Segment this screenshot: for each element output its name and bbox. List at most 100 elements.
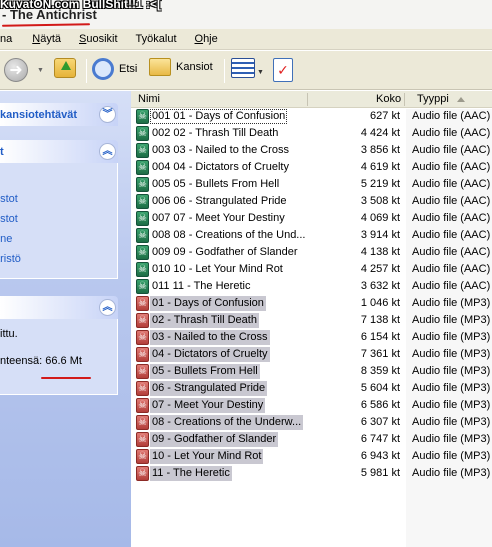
file-row[interactable]: ☠ 009 09 - Godfather of Slander 4 138 kt Au… bbox=[131, 244, 492, 261]
up-folder-button[interactable] bbox=[54, 58, 76, 78]
file-rows: ☠ 001 01 - Days of Confusion 627 kt Audio f… bbox=[131, 108, 492, 482]
forward-arrow-icon: ➜ bbox=[4, 58, 28, 82]
file-list-view[interactable]: Nimi Koko Tyyppi ☠ 001 01 - Days of Confu… bbox=[131, 91, 492, 547]
mp3-file-icon: ☠ bbox=[136, 330, 149, 345]
menu-item-view[interactable]: Näytä bbox=[28, 33, 65, 45]
file-name[interactable]: 006 06 - Strangulated Pride bbox=[150, 194, 289, 209]
file-row[interactable]: ☠ 09 - Godfather of Slander 6 747 kt Audio … bbox=[131, 431, 492, 448]
other-place-link[interactable]: ostot bbox=[0, 193, 18, 205]
folders-icon bbox=[149, 58, 171, 76]
column-header-size[interactable]: Koko bbox=[376, 93, 401, 105]
details-header[interactable]: ︽ bbox=[0, 296, 118, 319]
folders-label: Kansiot bbox=[176, 61, 213, 73]
file-size: 7 138 kt bbox=[360, 314, 400, 326]
forward-dropdown-icon[interactable]: ▼ bbox=[37, 67, 44, 74]
aac-file-icon: ☠ bbox=[136, 279, 149, 294]
file-row[interactable]: ☠ 08 - Creations of the Underw... 6 307 kt… bbox=[131, 414, 492, 431]
file-name[interactable]: 007 07 - Meet Your Destiny bbox=[150, 211, 287, 226]
file-row[interactable]: ☠ 11 - The Heretic 5 981 kt Audio file (MP3… bbox=[131, 465, 492, 482]
mp3-file-icon: ☠ bbox=[136, 313, 149, 328]
folder-up-icon bbox=[54, 58, 76, 78]
menu-item-file[interactable]: na bbox=[0, 33, 16, 45]
file-name[interactable]: 06 - Strangulated Pride bbox=[150, 381, 268, 396]
file-type: Audio file (AAC) bbox=[412, 195, 491, 207]
aac-file-icon: ☠ bbox=[136, 177, 149, 192]
file-name[interactable]: 002 02 - Thrash Till Death bbox=[150, 126, 280, 141]
other-place-link[interactable]: ostot bbox=[0, 213, 18, 225]
file-tasks-header[interactable]: kansiotehtävät ︾ bbox=[0, 103, 118, 126]
file-name[interactable]: 004 04 - Dictators of Cruelty bbox=[150, 160, 291, 175]
checkmark-icon: ✓ bbox=[273, 58, 293, 82]
views-button[interactable] bbox=[231, 58, 255, 78]
file-row[interactable]: ☠ 008 08 - Creations of the Und... 3 914 k… bbox=[131, 227, 492, 244]
chevron-up-icon[interactable]: ︽ bbox=[99, 299, 116, 316]
toolbar: ➜ ▼ Etsi Kansiot ▼ ✓ bbox=[0, 51, 492, 90]
views-dropdown-icon[interactable]: ▼ bbox=[257, 69, 264, 76]
other-place-link[interactable]: one bbox=[0, 233, 12, 245]
aac-file-icon: ☠ bbox=[136, 194, 149, 209]
file-row[interactable]: ☠ 004 04 - Dictators of Cruelty 4 619 kt Au… bbox=[131, 159, 492, 176]
views-icon bbox=[231, 58, 255, 78]
file-name[interactable]: 01 - Days of Confusion bbox=[150, 296, 266, 311]
file-name[interactable]: 11 - The Heretic bbox=[150, 466, 232, 481]
chevron-down-icon[interactable]: ︾ bbox=[99, 106, 116, 123]
file-row[interactable]: ☠ 06 - Strangulated Pride 5 604 kt Audio fi… bbox=[131, 380, 492, 397]
chevron-up-icon[interactable]: ︽ bbox=[99, 143, 116, 160]
file-type: Audio file (MP3) bbox=[412, 399, 491, 411]
file-name[interactable]: 011 11 - The Heretic bbox=[150, 279, 252, 294]
file-name[interactable]: 009 09 - Godfather of Slander bbox=[150, 245, 300, 260]
file-row[interactable]: ☠ 007 07 - Meet Your Destiny 4 069 kt Audio… bbox=[131, 210, 492, 227]
file-name[interactable]: 001 01 - Days of Confusion bbox=[150, 109, 288, 124]
file-row[interactable]: ☠ 010 10 - Let Your Mind Rot 4 257 kt Audio… bbox=[131, 261, 492, 278]
file-name[interactable]: 08 - Creations of the Underw... bbox=[150, 415, 304, 430]
details-total-size: nteensä: 66.6 Mt bbox=[0, 355, 82, 367]
file-name[interactable]: 04 - Dictators of Cruelty bbox=[150, 347, 270, 362]
column-divider[interactable] bbox=[307, 93, 308, 106]
file-row[interactable]: ☠ 006 06 - Strangulated Pride 3 508 kt Audi… bbox=[131, 193, 492, 210]
file-type: Audio file (AAC) bbox=[412, 263, 491, 275]
search-button[interactable]: Etsi bbox=[92, 58, 137, 80]
file-name[interactable]: 02 - Thrash Till Death bbox=[150, 313, 259, 328]
file-name[interactable]: 09 - Godfather of Slander bbox=[150, 432, 279, 447]
column-header-name[interactable]: Nimi bbox=[138, 93, 160, 105]
aac-file-icon: ☠ bbox=[136, 143, 149, 158]
file-size: 6 154 kt bbox=[360, 331, 400, 343]
file-name[interactable]: 03 - Nailed to the Cross bbox=[150, 330, 270, 345]
menu-item-help[interactable]: Ohje bbox=[191, 33, 222, 45]
file-row[interactable]: ☠ 01 - Days of Confusion 1 046 kt Audio fil… bbox=[131, 295, 492, 312]
other-place-link[interactable]: äristö bbox=[0, 253, 21, 265]
file-size: 5 604 kt bbox=[360, 382, 400, 394]
file-name[interactable]: 07 - Meet Your Destiny bbox=[150, 398, 266, 413]
file-name[interactable]: 003 03 - Nailed to the Cross bbox=[150, 143, 291, 158]
file-name[interactable]: 008 08 - Creations of the Und... bbox=[150, 228, 307, 243]
file-row[interactable]: ☠ 10 - Let Your Mind Rot 6 943 kt Audio fil… bbox=[131, 448, 492, 465]
menu-item-favorites[interactable]: Suosikit bbox=[75, 33, 122, 45]
file-name[interactable]: 05 - Bullets From Hell bbox=[150, 364, 260, 379]
file-type: Audio file (MP3) bbox=[412, 467, 491, 479]
file-row[interactable]: ☠ 07 - Meet Your Destiny 6 586 kt Audio fil… bbox=[131, 397, 492, 414]
file-type: Audio file (AAC) bbox=[412, 161, 491, 173]
folders-button[interactable]: Kansiot bbox=[149, 58, 213, 76]
forward-button[interactable]: ➜ bbox=[4, 58, 28, 82]
file-row[interactable]: ☠ 02 - Thrash Till Death 7 138 kt Audio fil… bbox=[131, 312, 492, 329]
file-row[interactable]: ☠ 05 - Bullets From Hell 8 359 kt Audio fil… bbox=[131, 363, 492, 380]
file-row[interactable]: ☠ 03 - Nailed to the Cross 6 154 kt Audio f… bbox=[131, 329, 492, 346]
other-places-header[interactable]: t ︽ bbox=[0, 140, 118, 163]
file-name[interactable]: 10 - Let Your Mind Rot bbox=[150, 449, 264, 464]
file-row[interactable]: ☠ 011 11 - The Heretic 3 632 kt Audio file … bbox=[131, 278, 492, 295]
file-row[interactable]: ☠ 002 02 - Thrash Till Death 4 424 kt Audio… bbox=[131, 125, 492, 142]
mp3-file-icon: ☠ bbox=[136, 432, 149, 447]
file-row[interactable]: ☠ 04 - Dictators of Cruelty 7 361 kt Audio … bbox=[131, 346, 492, 363]
column-divider[interactable] bbox=[404, 93, 405, 106]
file-size: 3 856 kt bbox=[360, 144, 400, 156]
file-size: 3 632 kt bbox=[360, 280, 400, 292]
other-places-panel: n ostot ostot one äristö bbox=[0, 163, 118, 279]
file-row[interactable]: ☠ 003 03 - Nailed to the Cross 3 856 kt Aud… bbox=[131, 142, 492, 159]
menu-item-tools[interactable]: Työkalut bbox=[132, 33, 181, 45]
file-name[interactable]: 010 10 - Let Your Mind Rot bbox=[150, 262, 285, 277]
file-row[interactable]: ☠ 001 01 - Days of Confusion 627 kt Audio f… bbox=[131, 108, 492, 125]
column-header-type[interactable]: Tyyppi bbox=[417, 93, 449, 105]
task-button[interactable]: ✓ bbox=[273, 58, 293, 82]
file-row[interactable]: ☠ 005 05 - Bullets From Hell 5 219 kt Audio… bbox=[131, 176, 492, 193]
file-name[interactable]: 005 05 - Bullets From Hell bbox=[150, 177, 281, 192]
